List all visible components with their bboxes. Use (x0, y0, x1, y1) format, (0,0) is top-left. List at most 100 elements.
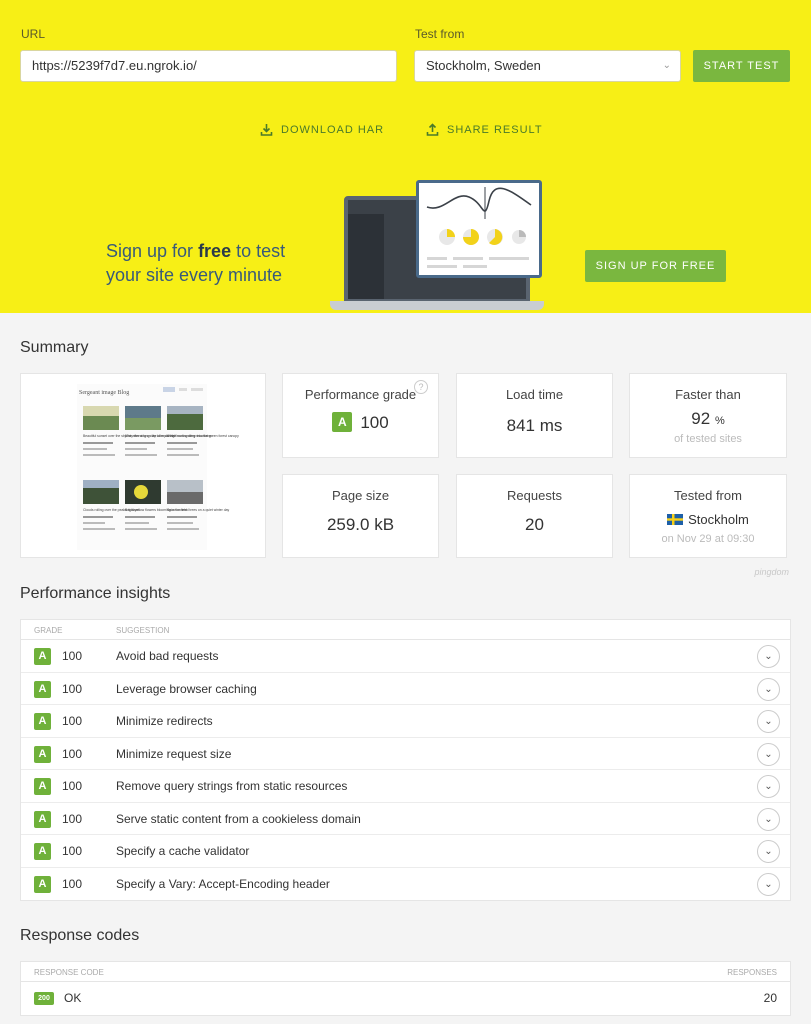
row-score: 100 (62, 714, 83, 728)
response-label: OK (64, 991, 82, 1005)
row-suggestion: Minimize redirects (116, 714, 213, 728)
summary-title: Summary (20, 339, 89, 356)
dashboard-chart-graphic (426, 187, 532, 268)
signup-free-word: free (198, 241, 232, 261)
share-result-button[interactable]: SHARE RESULT (426, 123, 543, 136)
row-score: 100 (62, 779, 83, 793)
insights-table: GRADE SUGGESTION A 100 Avoid bad request… (20, 619, 791, 901)
insights-table-header: GRADE SUGGESTION (21, 620, 790, 640)
row-score: 100 (62, 844, 83, 858)
row-score: 100 (62, 746, 83, 761)
requests-title: Requests (507, 488, 562, 503)
tested-from-value-wrap: Stockholm (630, 512, 786, 527)
performance-grade-value: 100 (360, 413, 389, 432)
faster-than-sub: of tested sites (674, 433, 742, 445)
row-suggestion: Serve static content from a cookieless d… (116, 811, 361, 826)
response-codes-title: Response codes (20, 927, 140, 944)
table-row: 200 OK 20 (21, 982, 790, 1015)
page-size-card: Page size 259.0 kB (282, 474, 439, 558)
thumb-caption-3: A trail leading deep into the green fore… (167, 434, 239, 438)
table-row[interactable]: A 100 Specify a cache validator ⌄ (21, 835, 790, 868)
table-row[interactable]: A 100 Serve static content from a cookie… (21, 803, 790, 835)
row-score: 100 (62, 811, 83, 826)
grade-badge: A (34, 843, 51, 860)
laptop-base (330, 301, 544, 310)
chevron-down-icon[interactable]: ⌄ (757, 775, 780, 798)
url-input[interactable]: https://5239f7d7.eu.ngrok.io/ (20, 50, 397, 82)
chevron-down-icon[interactable]: ⌄ (757, 807, 780, 831)
requests-card: Requests 20 (456, 474, 613, 558)
location-select-value: Stockholm, Sweden (426, 58, 541, 73)
download-har-label: DOWNLOAD HAR (281, 123, 385, 136)
col-responses: RESPONSES (727, 968, 777, 977)
faster-than-unit: % (714, 415, 725, 427)
row-suggestion: Minimize request size (116, 746, 232, 761)
chevron-down-icon[interactable]: ⌄ (757, 710, 780, 733)
start-test-button[interactable]: START TEST (693, 50, 790, 82)
location-select[interactable]: Stockholm, Sweden ⌄ (414, 50, 681, 82)
table-row[interactable]: A 100 Minimize request size ⌄ (21, 738, 790, 770)
page-size-title: Page size (331, 488, 390, 503)
grade-badge: A (34, 778, 51, 795)
table-row[interactable]: A 100 Remove query strings from static r… (21, 770, 790, 803)
signup-free-button[interactable]: SIGN UP FOR FREE (585, 250, 726, 282)
tested-from-value: Stockholm (688, 512, 749, 527)
requests-value: 20 (525, 515, 544, 534)
table-row[interactable]: A 100 Specify a Vary: Accept-Encoding he… (21, 868, 790, 901)
load-time-title: Load time (505, 387, 564, 402)
chevron-down-icon[interactable]: ⌄ (757, 677, 780, 701)
tested-from-date: on Nov 29 at 09:30 (661, 533, 755, 545)
chevron-down-icon[interactable]: ⌄ (757, 645, 780, 668)
chevron-down-icon: ⌄ (662, 60, 671, 71)
question-icon[interactable]: ? (414, 380, 428, 394)
table-row[interactable]: A 100 Avoid bad requests ⌄ (21, 640, 790, 673)
chevron-down-icon[interactable]: ⌄ (757, 742, 780, 766)
grade-badge: A (34, 810, 51, 828)
row-suggestion: Avoid bad requests (116, 649, 219, 663)
signup-line1-post: to test (231, 241, 286, 261)
col-suggestion: SUGGESTION (116, 626, 170, 635)
site-screenshot-thumbnail: Sergeant image Blog Beautiful sunset ove… (20, 373, 266, 558)
row-score: 100 (62, 876, 83, 891)
grade-badge: A (34, 745, 51, 763)
chevron-down-icon[interactable]: ⌄ (757, 872, 780, 896)
row-suggestion: Leverage browser caching (116, 681, 257, 696)
row-suggestion: Specify a Vary: Accept-Encoding header (116, 876, 330, 891)
grade-badge: A (34, 875, 51, 893)
signup-line1-pre: Sign up for (106, 241, 199, 261)
site-preview-image: Sergeant image Blog Beautiful sunset ove… (77, 384, 239, 550)
load-time-card: Load time 841 ms (456, 373, 613, 458)
performance-grade-card: Performance grade ? A 100 (282, 373, 439, 458)
row-suggestion: Specify a cache validator (116, 844, 250, 858)
response-codes-header: RESPONSE CODE RESPONSES (21, 962, 790, 982)
grade-badge: A (34, 713, 51, 730)
download-har-button[interactable]: DOWNLOAD HAR (260, 123, 384, 136)
tested-from-title: Tested from (674, 488, 742, 503)
grade-badge: A (332, 412, 353, 432)
status-badge: 200 (34, 992, 54, 1005)
thumb-caption-6: Snow covered trees on a quiet winter day (167, 508, 230, 512)
dashboard-graphic (416, 180, 542, 278)
insights-title: Performance insights (20, 585, 171, 602)
row-score: 100 (62, 681, 83, 696)
faster-than-card: Faster than 92 % of tested sites (629, 373, 787, 458)
response-count: 20 (763, 991, 777, 1005)
table-row[interactable]: A 100 Minimize redirects ⌄ (21, 705, 790, 738)
performance-grade-value-wrap: A 100 (283, 412, 438, 433)
col-response-code: RESPONSE CODE (34, 968, 104, 977)
col-grade: GRADE (34, 626, 63, 635)
url-label: URL (21, 27, 46, 41)
thumb-site-title: Sergeant image Blog (79, 390, 129, 396)
table-row[interactable]: A 100 Leverage browser caching ⌄ (21, 673, 790, 705)
signup-line2: your site every minute (106, 265, 283, 285)
faster-than-title: Faster than (675, 387, 741, 402)
sweden-flag-icon (667, 514, 684, 525)
chevron-down-icon[interactable]: ⌄ (757, 840, 780, 863)
row-score: 100 (62, 649, 83, 663)
test-from-label: Test from (415, 27, 465, 41)
grade-badge: A (34, 680, 51, 698)
row-suggestion: Remove query strings from static resourc… (116, 779, 348, 793)
pingdom-credit: pingdom (754, 567, 789, 577)
load-time-value: 841 ms (506, 416, 563, 435)
signup-promo-text: Sign up for free to test your site every… (106, 239, 285, 287)
